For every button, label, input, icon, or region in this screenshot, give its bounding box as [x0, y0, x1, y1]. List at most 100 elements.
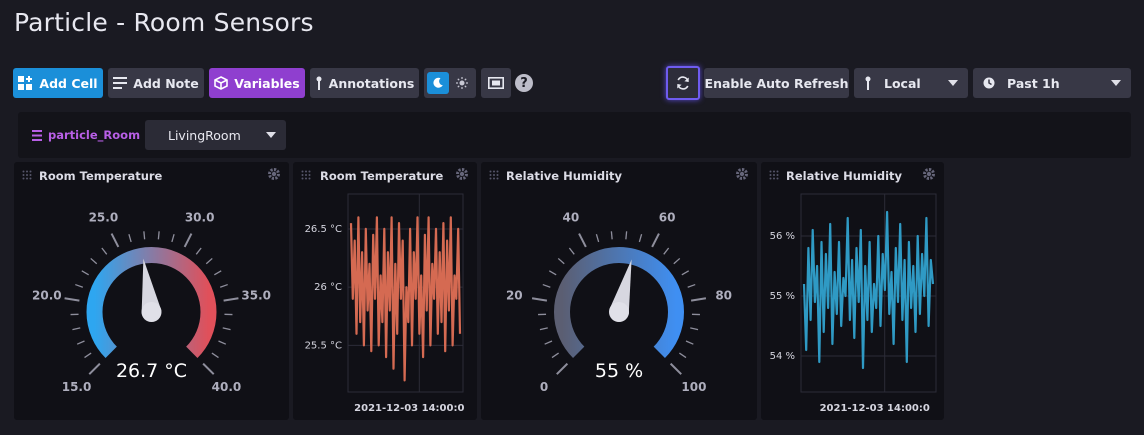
gauge-tick-label: 60 — [659, 211, 676, 225]
series-line — [802, 210, 935, 370]
variable-name: particle_Room — [32, 128, 140, 142]
auto-refresh-button[interactable]: Enable Auto Refresh — [704, 68, 849, 98]
add-note-label: Add Note — [133, 75, 199, 91]
gauge-major-tick — [202, 362, 215, 375]
refresh-button[interactable] — [666, 66, 700, 100]
cell-temperature-line: Room Temperature 26.5 °C 26 °C 25.5 °C 2021… — [293, 162, 477, 420]
gauge-minor-tick — [663, 247, 670, 255]
gauge-minor-tick — [218, 340, 227, 345]
annotations-label: Annotations — [328, 75, 415, 91]
gauge-major-tick — [669, 362, 682, 375]
x-tick-label: 2021-12-03 14:00:0 — [820, 403, 930, 414]
gauge-tick-label: 40 — [563, 211, 580, 225]
gauge-minor-tick — [673, 257, 681, 265]
gauge-value: 26.7 °C — [116, 360, 187, 382]
gauge-minor-tick — [542, 283, 551, 288]
gauge-major-tick — [556, 362, 569, 375]
theme-toggle[interactable] — [424, 68, 476, 98]
auto-refresh-label: Enable Auto Refresh — [704, 75, 849, 91]
gauge-major-tick — [531, 297, 548, 302]
help-icon[interactable]: ? — [515, 74, 533, 92]
temperature-gauge: 15.0 20.0 25.0 30.0 35.0 40.0 26.7 °C — [32, 211, 271, 394]
fullscreen-icon — [488, 77, 504, 89]
help-glyph: ? — [520, 75, 528, 91]
series-line — [349, 216, 462, 382]
page-title: Particle - Room Sensors — [14, 8, 314, 37]
gauge-minor-tick — [128, 234, 132, 243]
gauge-minor-tick — [222, 327, 231, 331]
gauge-minor-tick — [214, 270, 222, 276]
gauge-minor-tick — [557, 257, 565, 265]
variables-label: Variables — [234, 75, 300, 91]
refresh-icon — [675, 75, 691, 91]
gauge-minor-tick — [625, 231, 628, 240]
chevron-down-icon — [948, 80, 958, 86]
gauge-minor-tick — [171, 234, 175, 243]
list-icon — [32, 129, 42, 141]
y-tick-label: 26 °C — [314, 282, 342, 293]
moon-icon[interactable] — [427, 72, 449, 94]
variables-bar: particle_Room LivingRoom — [18, 112, 1131, 158]
gauge-minor-tick — [76, 340, 85, 345]
time-range-label: Past 1h — [1007, 75, 1060, 91]
temperature-line-chart: 26.5 °C 26 °C 25.5 °C 2021-12-03 14:00:0 — [305, 193, 464, 414]
note-icon — [113, 76, 128, 90]
presentation-mode-button[interactable] — [481, 68, 511, 98]
gauge-minor-tick — [81, 270, 89, 276]
gauge-minor-tick — [157, 231, 160, 240]
add-cell-button[interactable]: Add Cell — [13, 68, 103, 98]
y-tick-label: 56 % — [770, 231, 795, 242]
pin-icon — [315, 76, 323, 91]
y-tick-label: 26.5 °C — [305, 224, 342, 235]
pin-icon — [864, 76, 872, 91]
gauge-minor-tick — [610, 231, 613, 240]
gauge-minor-tick — [679, 352, 687, 359]
humidity-line-chart: 56 % 55 % 54 % 2021-12-03 14:00:0 — [770, 193, 937, 414]
chevron-down-icon — [1111, 80, 1121, 86]
gauge-tick-label: 25.0 — [89, 211, 119, 225]
gauge-major-tick — [64, 297, 80, 302]
cell-humidity-line: Relative Humidity 56 % 55 % 54 % 2021-12-03… — [761, 162, 944, 420]
y-tick-label: 25.5 °C — [305, 340, 342, 351]
gauge-minor-tick — [75, 283, 84, 288]
gauge-major-tick — [223, 297, 239, 302]
gauge-minor-tick — [539, 327, 548, 331]
gauge-tick-label: 100 — [681, 380, 706, 394]
timezone-dropdown[interactable]: Local — [854, 68, 968, 98]
gauge-minor-tick — [638, 234, 643, 243]
add-note-button[interactable]: Add Note — [108, 68, 204, 98]
gauge-value: 55 % — [595, 360, 643, 382]
gauge-minor-tick — [211, 352, 219, 359]
gauge-minor-tick — [690, 327, 699, 331]
gauge-major-tick — [578, 233, 587, 248]
gauge-minor-tick — [551, 352, 559, 359]
variable-value-dropdown[interactable]: LivingRoom — [145, 120, 286, 150]
gauge-major-tick — [651, 233, 660, 248]
gauge-minor-tick — [219, 283, 228, 288]
time-range-dropdown[interactable]: Past 1h — [973, 68, 1131, 98]
variable-value-label: LivingRoom — [168, 127, 241, 143]
gauge-tick-label: 20 — [506, 288, 523, 302]
variables-button[interactable]: Variables — [209, 68, 305, 98]
gauge-tick-label: 80 — [715, 288, 732, 302]
gauge-minor-tick — [685, 340, 694, 345]
gauge-minor-tick — [544, 340, 553, 345]
variable-name-label: particle_Room — [48, 128, 141, 142]
gauge-tick-label: 30.0 — [185, 211, 215, 225]
gauge-tick-label: 40.0 — [212, 380, 242, 394]
gauge-minor-tick — [205, 257, 213, 265]
gauge-major-tick — [110, 233, 120, 248]
y-tick-label: 55 % — [770, 291, 795, 302]
gauge-tick-label: 0 — [540, 380, 548, 394]
sun-icon[interactable] — [452, 72, 474, 94]
gauge-major-tick — [88, 362, 101, 375]
annotations-button[interactable]: Annotations — [310, 68, 419, 98]
gauge-needle-hub — [141, 302, 162, 322]
cube-icon — [214, 76, 229, 90]
gauge-minor-tick — [143, 231, 146, 240]
gauge-major-tick — [690, 297, 707, 302]
humidity-gauge: 0 20 40 60 80 100 55 % — [506, 211, 732, 394]
gauge-minor-tick — [687, 283, 696, 288]
gauge-minor-tick — [681, 270, 690, 276]
gauge-tick-label: 20.0 — [32, 288, 62, 302]
